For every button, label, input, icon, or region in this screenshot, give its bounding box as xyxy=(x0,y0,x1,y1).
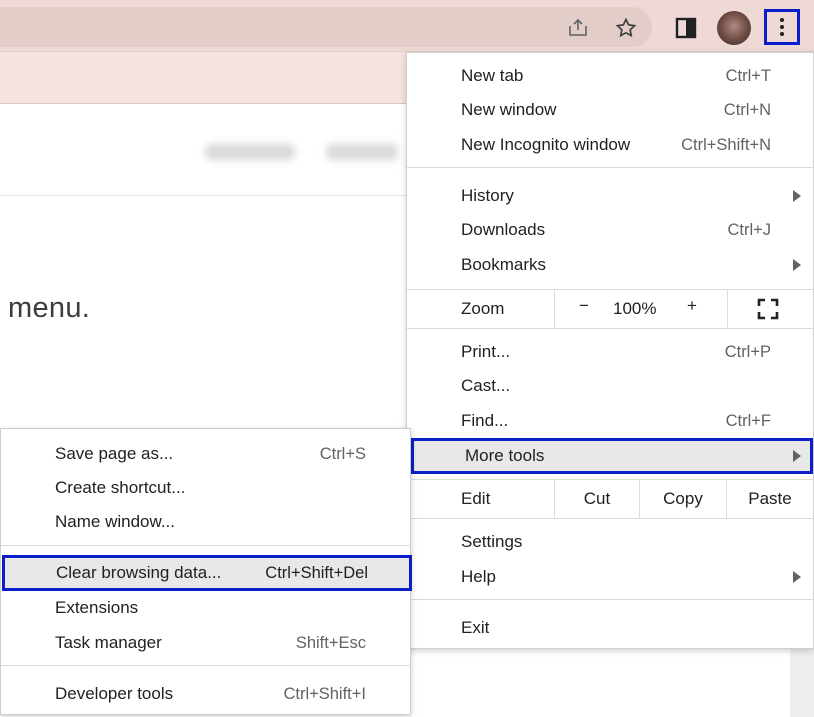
menu-item-find[interactable]: Find... Ctrl+F xyxy=(407,404,813,438)
zoom-out-button[interactable]: − xyxy=(577,296,591,316)
menu-item-label: Cast... xyxy=(461,376,511,395)
address-bar[interactable] xyxy=(0,7,652,47)
menu-item-shortcut: Ctrl+Shift+Del xyxy=(265,563,368,582)
menu-item-label: New Incognito window xyxy=(461,135,631,154)
menu-item-shortcut: Ctrl+Shift+N xyxy=(681,135,771,154)
submenu-item-save-page-as[interactable]: Save page as... Ctrl+S xyxy=(1,437,410,471)
fullscreen-icon[interactable] xyxy=(757,298,779,320)
menu-item-label: New window xyxy=(461,100,557,119)
menu-item-shortcut: Shift+Esc xyxy=(295,633,366,652)
copy-button[interactable]: Copy xyxy=(640,480,726,518)
cut-button[interactable]: Cut xyxy=(555,480,639,518)
menu-item-shortcut: Ctrl+Shift+I xyxy=(283,684,366,703)
menu-item-history[interactable]: History xyxy=(407,179,813,213)
menu-item-label: Zoom xyxy=(461,299,505,318)
zoom-in-button[interactable]: + xyxy=(685,296,699,316)
menu-item-label: Print... xyxy=(461,342,511,361)
browser-toolbar xyxy=(0,0,814,52)
paste-button[interactable]: Paste xyxy=(727,480,813,518)
menu-item-label: Developer tools xyxy=(55,684,174,703)
profile-avatar[interactable] xyxy=(717,11,751,45)
menu-item-downloads[interactable]: Downloads Ctrl+J xyxy=(407,213,813,247)
submenu-item-name-window[interactable]: Name window... xyxy=(1,505,410,539)
menu-item-print[interactable]: Print... Ctrl+P xyxy=(407,335,813,369)
menu-item-label: Edit xyxy=(461,489,491,508)
submenu-arrow-icon xyxy=(793,571,801,583)
page-scrollbar[interactable] xyxy=(790,648,814,717)
side-panel-icon[interactable] xyxy=(670,12,702,44)
menu-item-label: Settings xyxy=(461,532,523,551)
menu-item-settings[interactable]: Settings xyxy=(407,525,813,559)
share-icon[interactable] xyxy=(562,12,594,44)
menu-separator xyxy=(407,167,813,168)
menu-separator xyxy=(1,665,410,666)
menu-separator xyxy=(407,599,813,600)
menu-item-new-incognito-window[interactable]: New Incognito window Ctrl+Shift+N xyxy=(407,128,813,162)
blurred-nav-link xyxy=(205,144,295,160)
submenu-arrow-icon xyxy=(793,259,801,271)
menu-item-shortcut: Ctrl+P xyxy=(724,342,771,361)
menu-item-more-tools[interactable]: More tools xyxy=(411,438,813,474)
zoom-divider xyxy=(554,290,555,328)
menu-item-label: New tab xyxy=(461,66,524,85)
submenu-arrow-icon xyxy=(793,190,801,202)
menu-item-label: Name window... xyxy=(55,512,175,531)
menu-item-shortcut: Ctrl+F xyxy=(725,411,771,430)
more-vert-icon[interactable] xyxy=(764,9,800,45)
menu-item-label: More tools xyxy=(465,446,545,465)
menu-item-label: Exit xyxy=(461,618,490,637)
menu-separator xyxy=(407,518,813,519)
submenu-item-task-manager[interactable]: Task manager Shift+Esc xyxy=(1,626,410,660)
page-banner xyxy=(0,52,406,104)
zoom-divider xyxy=(727,290,728,328)
submenu-item-create-shortcut[interactable]: Create shortcut... xyxy=(1,471,410,505)
menu-item-label: Find... xyxy=(461,411,509,430)
menu-item-bookmarks[interactable]: Bookmarks xyxy=(407,248,813,282)
menu-item-label: Save page as... xyxy=(55,444,174,463)
menu-item-shortcut: Ctrl+J xyxy=(727,220,771,239)
menu-item-shortcut: Ctrl+N xyxy=(723,100,771,119)
more-tools-submenu: Save page as... Ctrl+S Create shortcut..… xyxy=(0,428,412,715)
blurred-nav-link xyxy=(326,144,398,160)
page-header xyxy=(0,104,406,196)
menu-item-label: Help xyxy=(461,567,496,586)
menu-item-label: Extensions xyxy=(55,598,139,617)
menu-item-shortcut: Ctrl+T xyxy=(725,66,771,85)
chrome-main-menu: New tab Ctrl+T New window Ctrl+N New Inc… xyxy=(406,52,814,649)
bookmark-star-icon[interactable] xyxy=(610,12,642,44)
menu-item-zoom: Zoom − 100% + xyxy=(407,290,813,328)
menu-item-label: Task manager xyxy=(55,633,162,652)
menu-item-shortcut: Ctrl+S xyxy=(319,444,366,463)
zoom-level: 100% xyxy=(613,299,657,318)
submenu-arrow-icon xyxy=(793,450,801,462)
menu-item-exit[interactable]: Exit xyxy=(407,611,813,645)
menu-item-label: History xyxy=(461,186,514,205)
menu-item-label: Create shortcut... xyxy=(55,478,186,497)
menu-item-cast[interactable]: Cast... xyxy=(407,369,813,403)
menu-item-label: Bookmarks xyxy=(461,255,547,274)
submenu-item-clear-browsing-data[interactable]: Clear browsing data... Ctrl+Shift+Del xyxy=(2,555,412,591)
menu-item-label: Downloads xyxy=(461,220,546,239)
menu-item-new-window[interactable]: New window Ctrl+N xyxy=(407,93,813,127)
menu-item-edit: Edit Cut Copy Paste xyxy=(407,480,813,518)
menu-separator xyxy=(1,545,410,546)
menu-item-label: Clear browsing data... xyxy=(56,563,222,582)
menu-separator xyxy=(407,328,813,329)
menu-item-help[interactable]: Help xyxy=(407,560,813,594)
page-body-text: menu. xyxy=(8,292,91,324)
submenu-item-developer-tools[interactable]: Developer tools Ctrl+Shift+I xyxy=(1,677,410,711)
submenu-item-extensions[interactable]: Extensions xyxy=(1,591,410,625)
menu-item-new-tab[interactable]: New tab Ctrl+T xyxy=(407,59,813,93)
